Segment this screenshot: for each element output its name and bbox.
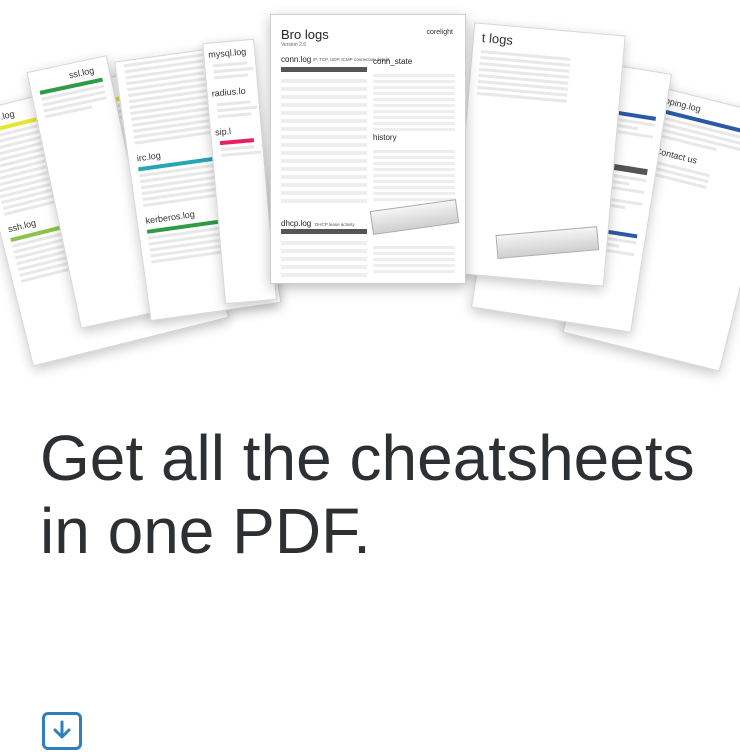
sheet-bro-logs: Bro logs Version 2.6 corelight conn.log … [270,14,466,284]
dhcp-log-sub: DHCP lease activity [315,222,355,227]
headline: Get all the cheatsheets in one PDF. [40,422,695,567]
bro-logs-title: Bro logs [281,27,329,42]
cheatsheets-fan-image: smtp.log ssh.log ssl.log irc.log kerbero… [0,0,740,400]
conn-log-heading: conn.log [281,55,312,64]
download-icon [53,720,71,739]
sheet-radius-title: radius.lo [211,85,247,99]
conn-state-heading: conn_state [373,57,413,66]
sheet-mysql-title: mysql.log [207,46,247,60]
corelight-logo: corelight [426,29,453,36]
history-heading: history [373,133,397,142]
bro-logs-version: Version 2.6 [281,42,307,48]
download-button[interactable] [42,712,82,750]
sheet-logs-right: t logs [452,22,626,287]
sheet-sip-title: sip.l [214,126,232,138]
sensor-device-image [369,199,460,235]
dhcp-log-heading: dhcp.log [281,219,312,228]
